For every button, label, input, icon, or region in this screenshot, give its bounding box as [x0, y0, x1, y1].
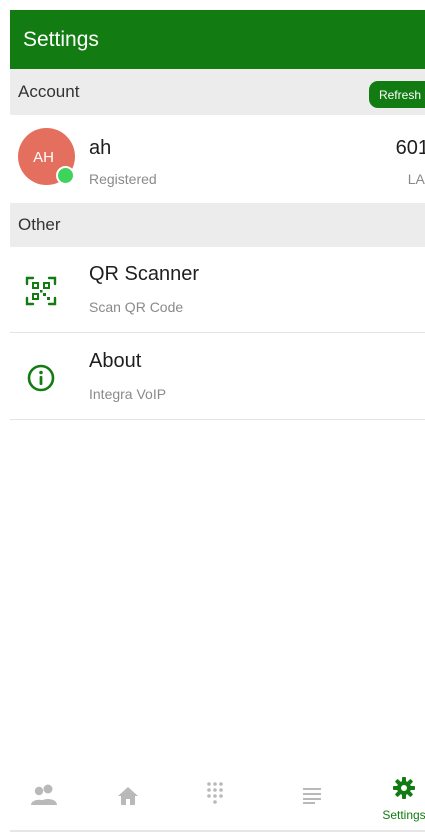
nav-contacts[interactable]: [14, 762, 74, 830]
nav-settings[interactable]: Settings: [374, 762, 425, 830]
avatar-initials: AH: [33, 149, 54, 166]
nav-home[interactable]: [98, 762, 158, 830]
account-status: Registered: [89, 171, 157, 187]
section-header-account: Account Refresh: [10, 69, 425, 115]
refresh-button-label: Refresh: [378, 87, 421, 102]
row-divider: [10, 419, 425, 420]
contacts-icon: [31, 784, 57, 805]
account-extension: 601: [395, 137, 425, 159]
app-header: Settings: [10, 10, 425, 69]
qr-scanner-title: QR Scanner: [89, 263, 200, 285]
gear-icon: [393, 777, 415, 799]
info-icon: [27, 364, 55, 392]
list-icon: [303, 788, 321, 804]
qr-scanner-subtitle: Scan QR Code: [89, 299, 184, 315]
nav-history[interactable]: [282, 762, 342, 830]
app-screen: Settings Account Refresh AH ah Registere…: [0, 0, 425, 832]
about-title: About: [89, 350, 142, 372]
page-title: Settings: [23, 27, 99, 51]
dialpad-icon: [207, 782, 223, 804]
account-network: LAN: [407, 171, 425, 187]
home-icon: [118, 787, 138, 805]
account-name: ah: [89, 137, 112, 159]
about-row[interactable]: About Integra VoIP: [10, 333, 425, 419]
nav-settings-label: Settings: [382, 808, 425, 822]
section-label-account: Account: [18, 82, 80, 101]
section-label-other: Other: [18, 215, 61, 234]
nav-dialpad[interactable]: [185, 762, 245, 830]
registration-status-dot: [56, 166, 75, 185]
qr-code-icon: [25, 276, 57, 306]
account-row[interactable]: AH ah Registered 601 LAN: [10, 115, 425, 203]
bottom-navigation: Settings: [10, 762, 425, 830]
about-subtitle: Integra VoIP: [89, 386, 167, 402]
refresh-button[interactable]: Refresh: [368, 81, 425, 108]
qr-scanner-row[interactable]: QR Scanner Scan QR Code: [10, 247, 425, 332]
section-header-other: Other: [10, 203, 425, 247]
